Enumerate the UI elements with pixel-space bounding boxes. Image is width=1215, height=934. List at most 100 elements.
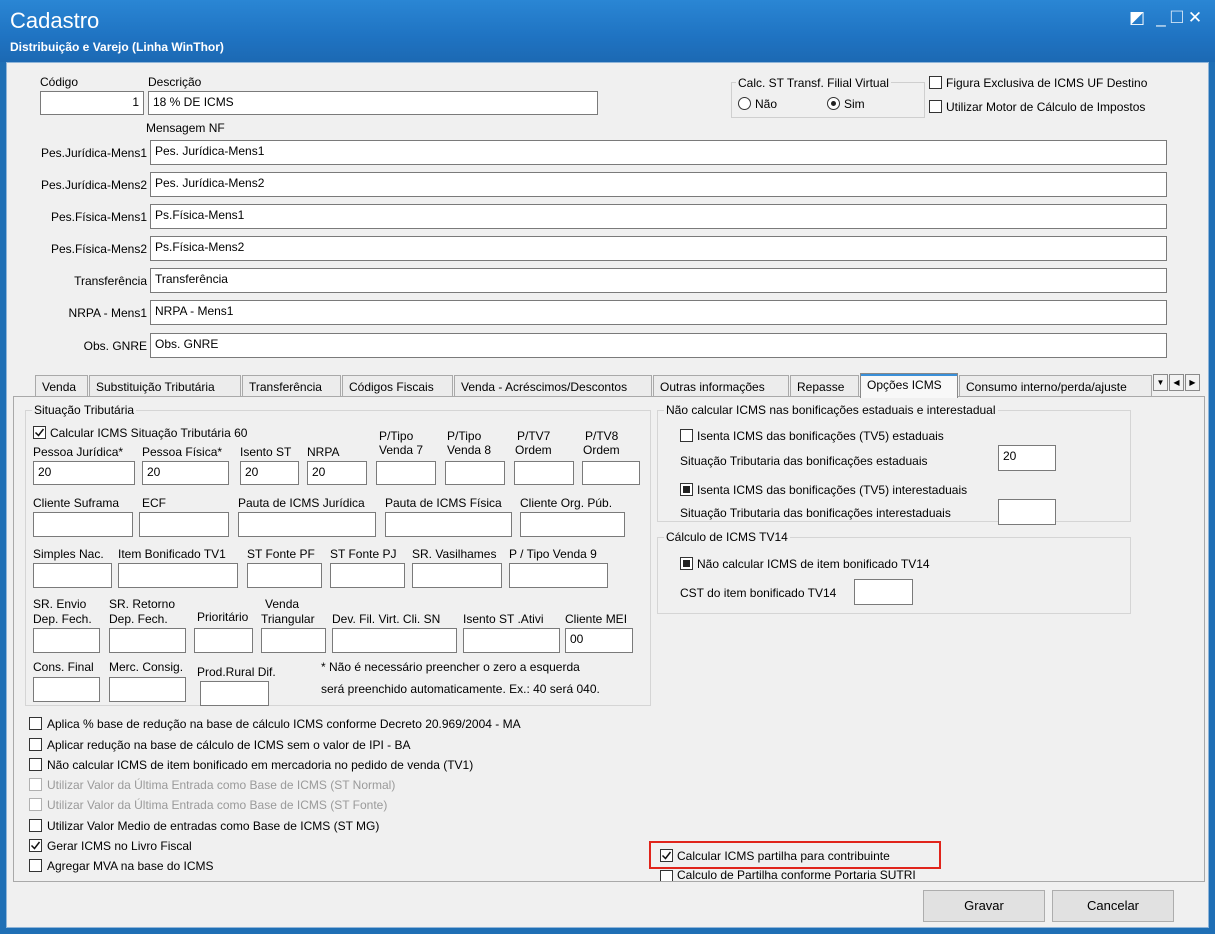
situacao-tributaria-title: Situação Tributária: [32, 403, 137, 417]
radio-nao[interactable]: [738, 97, 751, 110]
pessoa-fisica-input[interactable]: 20: [142, 461, 229, 485]
situacao-interestaduais-input[interactable]: [998, 499, 1056, 525]
msg-label-4: Pes.Física-Mens2: [50, 242, 147, 256]
nrpa-input[interactable]: 20: [307, 461, 367, 485]
bonificacoes-title: Não calcular ICMS nas bonificações estad…: [664, 403, 998, 417]
tab-substituicao-tributaria[interactable]: Substituição Tributária: [89, 375, 241, 397]
utilizar-motor-checkbox[interactable]: [929, 100, 942, 113]
ptipo-venda8-input[interactable]: [445, 461, 505, 485]
sr-retorno-input[interactable]: [109, 628, 186, 653]
msg-input-6[interactable]: NRPA - Mens1: [150, 300, 1167, 325]
cliente-mei-input[interactable]: 00: [565, 628, 633, 653]
option-checkbox-7[interactable]: [29, 839, 42, 852]
msg-input-3[interactable]: Ps.Física-Mens1: [150, 204, 1167, 229]
situacao-interestaduais-label: Situação Tributaria das bonificações int…: [680, 506, 951, 520]
note-line-2: será preenchido automaticamente. Ex.: 40…: [321, 682, 600, 696]
sr-envio-input[interactable]: [33, 628, 100, 653]
prioritario-input[interactable]: [194, 628, 253, 653]
cliente-suframa-input[interactable]: [33, 512, 133, 537]
tab-venda[interactable]: Venda: [35, 375, 88, 397]
cliente-mei-label: Cliente MEI: [565, 612, 628, 626]
tab-outras-informacoes[interactable]: Outras informações: [653, 375, 789, 397]
tab-transferencia[interactable]: Transferência: [242, 375, 341, 397]
tab-codigos-fiscais[interactable]: Códigos Fiscais: [342, 375, 453, 397]
ptv8-label-1: P/TV8: [585, 429, 619, 443]
tab-consumo-interno[interactable]: Consumo interno/perda/ajuste: [959, 375, 1152, 397]
venda-triangular-input[interactable]: [261, 628, 326, 653]
codigo-input[interactable]: 1: [40, 91, 144, 115]
descricao-input[interactable]: 18 % DE ICMS: [148, 91, 598, 115]
check-icon: [30, 841, 41, 850]
ptipo-venda7-label-2: Venda 7: [379, 443, 424, 457]
isenta-interestaduais-checkbox[interactable]: [680, 483, 693, 496]
isento-st-label: Isento ST: [240, 445, 292, 459]
option-checkbox-1[interactable]: [29, 717, 42, 730]
isenta-interestaduais-label: Isenta ICMS das bonificações (TV5) inter…: [697, 483, 968, 497]
cliente-suframa-label: Cliente Suframa: [33, 496, 120, 510]
isenta-estaduais-checkbox[interactable]: [680, 429, 693, 442]
ecf-input[interactable]: [139, 512, 229, 537]
ptipo-venda7-input[interactable]: [376, 461, 436, 485]
merc-consig-input[interactable]: [109, 677, 186, 702]
isento-st-ativi-input[interactable]: [463, 628, 560, 653]
calc-st-title: Calc. ST Transf. Filial Virtual: [736, 76, 891, 90]
tab-scroll-left-icon[interactable]: ◀: [1169, 374, 1184, 391]
msg-input-1[interactable]: Pes. Jurídica-Mens1: [150, 140, 1167, 165]
codigo-label: Código: [40, 75, 79, 89]
simples-nac-input[interactable]: [33, 563, 112, 588]
calcular-partilha-checkbox[interactable]: [660, 849, 673, 862]
form-client-area: Código 1 Descrição 18 % DE ICMS Calc. ST…: [6, 62, 1209, 928]
st-fonte-pj-input[interactable]: [330, 563, 405, 588]
msg-input-2[interactable]: Pes. Jurídica-Mens2: [150, 172, 1167, 197]
gravar-button[interactable]: Gravar: [923, 890, 1045, 922]
pessoa-juridica-input[interactable]: 20: [33, 461, 135, 485]
nao-calcular-tv14-checkbox[interactable]: [680, 557, 693, 570]
isento-st-input[interactable]: 20: [240, 461, 299, 485]
pauta-fisica-input[interactable]: [385, 512, 512, 537]
option-label-8: Agregar MVA na base do ICMS: [47, 859, 214, 873]
tab-scroll-right-icon[interactable]: ▶: [1185, 374, 1200, 391]
tab-list-dropdown-icon[interactable]: ▼: [1153, 374, 1168, 391]
item-bonificado-tv1-input[interactable]: [118, 563, 238, 588]
msg-input-7[interactable]: Obs. GNRE: [150, 333, 1167, 358]
tab-venda-acrescimos[interactable]: Venda - Acréscimos/Descontos: [454, 375, 652, 397]
option-checkbox-6[interactable]: [29, 819, 42, 832]
simples-nac-label: Simples Nac.: [33, 547, 104, 561]
cancelar-button[interactable]: Cancelar: [1052, 890, 1174, 922]
descricao-label: Descrição: [148, 75, 202, 89]
ptv7-ordem-input[interactable]: [514, 461, 574, 485]
prod-rural-dif-input[interactable]: [200, 681, 269, 706]
cliente-org-pub-label: Cliente Org. Púb.: [520, 496, 613, 510]
p-tipo-venda9-input[interactable]: [509, 563, 608, 588]
ptv8-label-2: Ordem: [583, 443, 620, 457]
ptv8-ordem-input[interactable]: [582, 461, 640, 485]
cst-tv14-input[interactable]: [854, 579, 913, 605]
restore-icon[interactable]: ◩: [1126, 8, 1148, 28]
option-checkbox-3[interactable]: [29, 758, 42, 771]
tab-opcoes-icms[interactable]: Opções ICMS: [860, 373, 958, 398]
pauta-juridica-input[interactable]: [238, 512, 376, 537]
msg-input-4[interactable]: Ps.Física-Mens2: [150, 236, 1167, 261]
cons-final-input[interactable]: [33, 677, 100, 702]
portaria-sutri-checkbox[interactable]: [660, 870, 673, 881]
dev-fil-virt-input[interactable]: [332, 628, 457, 653]
option-label-2: Aplicar redução na base de cálculo de IC…: [47, 738, 411, 752]
calc-icms-st60-checkbox[interactable]: [33, 426, 46, 439]
st-fonte-pf-input[interactable]: [247, 563, 322, 588]
sr-retorno-label-2: Dep. Fech.: [109, 612, 168, 626]
tab-repasse[interactable]: Repasse: [790, 375, 859, 397]
sr-vasilhames-input[interactable]: [412, 563, 502, 588]
cliente-org-pub-input[interactable]: [520, 512, 625, 537]
figura-exclusiva-checkbox[interactable]: [929, 76, 942, 89]
option-checkbox-8[interactable]: [29, 859, 42, 872]
option-checkbox-2[interactable]: [29, 738, 42, 751]
utilizar-motor-label: Utilizar Motor de Cálculo de Impostos: [946, 100, 1146, 114]
radio-sim[interactable]: [827, 97, 840, 110]
situacao-estaduais-input[interactable]: 20: [998, 445, 1056, 471]
nrpa-label: NRPA: [307, 445, 340, 459]
isento-st-ativi-label: Isento ST .Ativi: [463, 612, 544, 626]
close-icon[interactable]: ✕: [1184, 8, 1206, 28]
msg-input-5[interactable]: Transferência: [150, 268, 1167, 293]
st-fonte-pj-label: ST Fonte PJ: [330, 547, 397, 561]
sr-vasilhames-label: SR. Vasilhames: [412, 547, 497, 561]
